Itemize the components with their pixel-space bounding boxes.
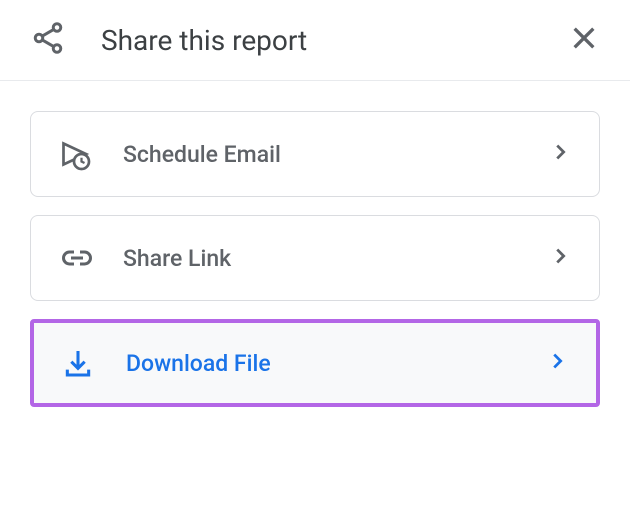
option-label: Download File: [126, 350, 546, 377]
schedule-email-option[interactable]: Schedule Email: [30, 111, 600, 197]
close-button[interactable]: [568, 22, 600, 58]
chevron-right-icon: [549, 245, 571, 271]
share-icon: [30, 20, 66, 60]
chevron-right-icon: [549, 141, 571, 167]
close-icon: [568, 22, 600, 54]
link-icon: [59, 240, 99, 276]
dialog-title: Share this report: [101, 24, 568, 57]
download-file-option[interactable]: Download File: [30, 319, 600, 407]
chevron-right-icon: [546, 350, 568, 376]
option-label: Schedule Email: [123, 141, 549, 168]
download-icon: [62, 347, 102, 379]
dialog-header: Share this report: [0, 0, 630, 81]
schedule-email-icon: [59, 136, 99, 172]
share-link-option[interactable]: Share Link: [30, 215, 600, 301]
options-list: Schedule Email Share Link: [0, 81, 630, 437]
option-label: Share Link: [123, 245, 549, 272]
